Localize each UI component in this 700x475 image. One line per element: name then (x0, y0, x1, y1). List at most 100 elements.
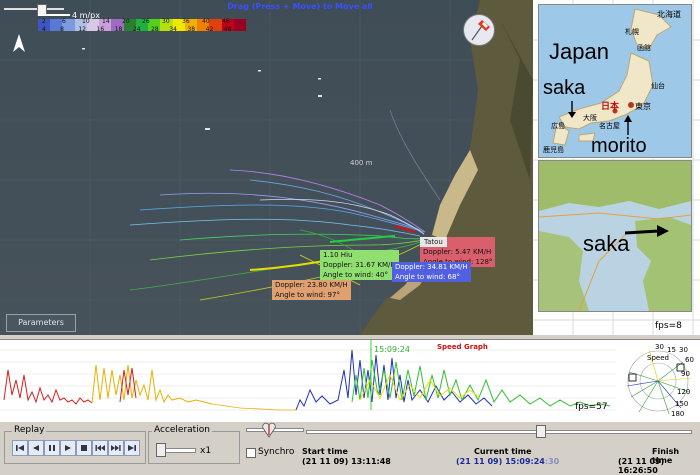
previous-icon (16, 445, 24, 451)
label-saka-bottom: saka (583, 231, 630, 256)
city-label-hokkaido: 北海道 (657, 10, 681, 19)
polar-tick-8: 180 (671, 410, 685, 418)
tag-hiu-doppler: Doppler: 31.67 KM/H (323, 261, 396, 269)
fast-forward-icon (111, 445, 121, 451)
polar-tick-2: 15 (667, 346, 676, 354)
offset-slider-handle[interactable] (262, 422, 276, 441)
pause-button[interactable] (44, 440, 60, 456)
tag-doppler-34-value: Doppler: 34.81 KM/H (395, 263, 468, 271)
polar-label-speed: Speed (647, 354, 669, 362)
city-label-hiroshima: 広島 (551, 122, 565, 130)
label-saka-top: saka (543, 77, 586, 99)
arrow-down-icon (567, 101, 577, 122)
arrow-right-icon (624, 225, 669, 244)
colorbar-label: 28 (151, 26, 159, 33)
tag-doppler-23: Doppler: 23.80 KM/H Angle to wind: 97° (272, 280, 351, 300)
start-time-label: Start time (302, 447, 348, 456)
colorbar-label: 34 (169, 26, 177, 33)
play-backward-button[interactable] (28, 440, 44, 456)
tag-tatou-doppler: Doppler: 5.47 KM/H (423, 248, 492, 256)
colorbar-label: 10 (82, 18, 90, 25)
city-label-hakodate: 函館 (637, 44, 651, 52)
next-button[interactable] (124, 440, 140, 456)
next-icon (128, 445, 136, 451)
polar-tick-1: 30 (655, 343, 664, 351)
synchro-checkbox[interactable] (246, 448, 256, 458)
windsock-icon (463, 14, 495, 46)
city-label-sapporo: 札幌 (625, 28, 639, 36)
colorbar-label: 40 (202, 18, 210, 25)
location-map: saka (538, 160, 692, 312)
offset-handle-icon (262, 422, 276, 438)
colorbar-label: 8 (60, 26, 64, 33)
tag-doppler-34: Doppler: 34.81 KM/H Angle to wind: 68° (392, 262, 471, 282)
graph-fps: fps=57 (575, 402, 608, 412)
play-button[interactable] (60, 440, 76, 456)
city-label-nagoya: 名古屋 (599, 122, 620, 130)
start-time-value: (21 11 09) 13:11:48 (302, 457, 391, 466)
colorbar-label: 26 (142, 18, 150, 25)
city-label-kagoshima: 鹿児島 (543, 146, 564, 154)
graph-cursor-time: 15:09:24 (374, 345, 410, 354)
label-morito: morito (591, 135, 647, 157)
pause-icon (49, 445, 55, 451)
tag-tatou-title: Tatou (420, 237, 447, 247)
current-time-label: Current time (474, 447, 532, 456)
colorbar-label: 14 (102, 18, 110, 25)
colorbar-label: 16 (96, 26, 105, 33)
speed-graph-title: Speed Graph (437, 343, 488, 351)
timeline-slider-handle[interactable] (536, 425, 546, 438)
tag-hiu: 1.10 Hiu Doppler: 31.67 KM/H Angle to wi… (320, 250, 399, 280)
colorbar-label: 12 (78, 26, 86, 33)
polar-speed-graph[interactable]: Speed 30 15 30 60 90 120 150 180 (619, 342, 697, 420)
city-label-osaka: 大阪 (583, 114, 597, 122)
replay-title: Replay (12, 425, 47, 435)
fast-backward-button[interactable] (92, 440, 108, 456)
tag-doppler-23-angle: Angle to wind: 97° (275, 291, 340, 299)
synchro-label: Synchro (258, 447, 295, 457)
tag-doppler-34-angle: Angle to wind: 68° (395, 273, 460, 281)
city-label-sendai: 仙台 (651, 82, 665, 90)
polar-tick-4: 60 (685, 356, 694, 364)
play-backward-icon (33, 445, 39, 451)
colorbar-label: 42 (205, 26, 214, 33)
colorbar-label: 2 (42, 18, 46, 25)
polar-tick-5: 90 (681, 370, 690, 378)
scale-bar (38, 14, 70, 16)
current-time-suffix: :30 (544, 457, 560, 466)
tag-hiu-angle: Angle to wind: 40° (323, 271, 388, 279)
colorbar-label: 4 (42, 26, 46, 33)
fast-forward-button[interactable] (108, 440, 124, 456)
acceleration-value: x1 (200, 446, 212, 456)
scale-slider[interactable] (4, 4, 64, 16)
colorbar-bottom-labels: 4 8 12 16 18 24 28 34 38 42 48 (38, 26, 246, 35)
scale-slider-track[interactable] (4, 8, 64, 10)
colorbar-label: 20 (122, 18, 130, 25)
current-time-wrap: (21 11 09) 15:09:24:30 (456, 457, 559, 467)
stop-icon (81, 445, 87, 451)
colorbar-label: 30 (162, 18, 170, 25)
stop-button[interactable] (76, 440, 92, 456)
acceleration-title: Acceleration (152, 425, 212, 435)
colorbar-label: 38 (187, 26, 196, 33)
timeline-slider[interactable] (306, 430, 692, 434)
finish-time-value: (21 11 09) 16:26:50 (618, 457, 665, 475)
city-label-nihon: 日本 (601, 102, 620, 112)
colorbar-label: 18 (114, 26, 123, 33)
acceleration-slider-handle[interactable] (156, 443, 166, 457)
colorbar-label: 46 (222, 18, 230, 25)
previous-button[interactable] (12, 440, 28, 456)
parameters-button[interactable]: Parameters (6, 314, 76, 332)
map-satellite (0, 0, 533, 335)
distance-label: 400 m (350, 159, 373, 167)
colorbar-label: 6 (62, 18, 66, 25)
drag-hint: Drag (Press + Move) to Move all (227, 2, 373, 11)
polar-tick-7: 150 (675, 400, 689, 408)
colorbar-label: 48 (223, 26, 232, 33)
play-icon (65, 445, 71, 451)
japan-map: 北海道 札幌 函館 仙台 日本 東京 広島 大阪 名古屋 鹿児島 Japan s… (538, 4, 692, 158)
track-map[interactable]: Drag (Press + Move) to Move all 4 m/px 2… (0, 0, 533, 335)
city-label-tokyo: 東京 (635, 102, 651, 111)
current-time-value: (21 11 09) 15:09:24 (456, 457, 545, 466)
label-japan: Japan (549, 39, 609, 64)
